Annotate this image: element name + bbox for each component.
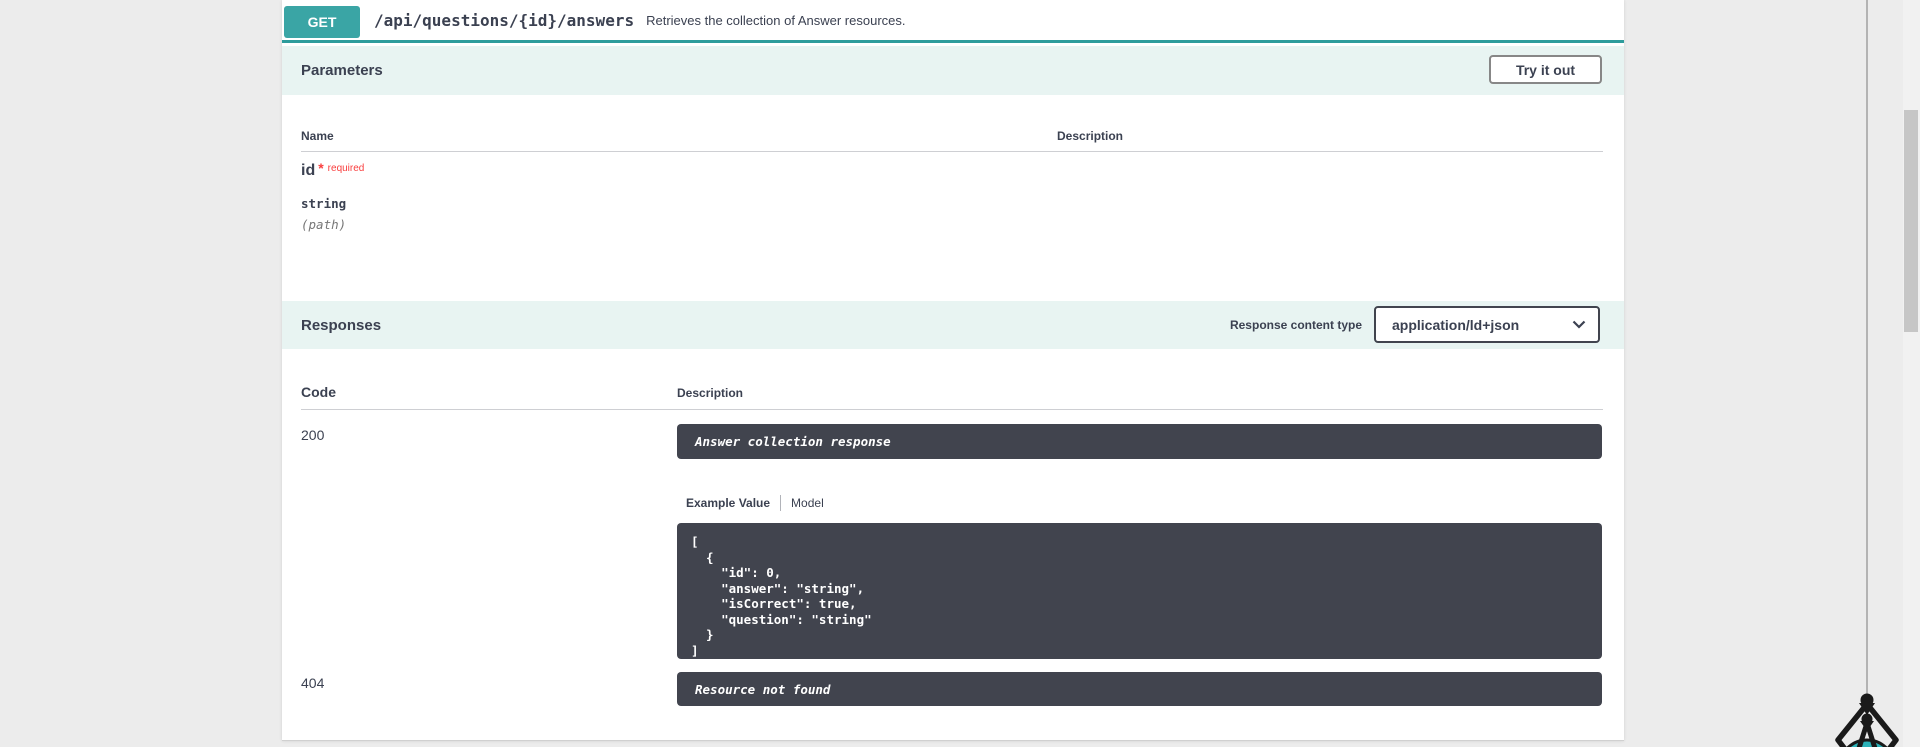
responses-section-header: Responses Response content type applicat…: [282, 301, 1624, 349]
swagger-ui-page: { "endpoint": { "method": "GET", "path":…: [0, 0, 1920, 747]
compass-icon: [1835, 693, 1899, 747]
response-content-type-select[interactable]: application/ld+json: [1374, 306, 1600, 343]
parameter-name: id * required: [301, 160, 364, 180]
example-json-block: [ { "id": 0, "answer": "string", "isCorr…: [677, 523, 1602, 659]
scrollbar[interactable]: [1903, 0, 1920, 747]
responses-title: Responses: [301, 316, 382, 334]
chevron-down-icon: [1572, 320, 1586, 329]
required-label: required: [327, 163, 365, 174]
response-content-type-value: application/ld+json: [1392, 316, 1520, 333]
required-star: *: [318, 160, 324, 176]
responses-col-description: Description: [677, 386, 744, 400]
responses-col-code: Code: [301, 384, 336, 400]
parameters-header-rule: [301, 151, 1603, 152]
response-content-type: Response content type application/ld+jso…: [1230, 306, 1600, 343]
responses-header-rule: [301, 409, 1603, 410]
logo-plumb-line: [1866, 0, 1868, 696]
endpoint-path[interactable]: /api/questions/{id}/answers: [374, 11, 634, 30]
try-it-out-button[interactable]: Try it out: [1489, 55, 1602, 84]
response-404-description: Resource not found: [677, 672, 1602, 706]
response-code-200: 200: [301, 427, 325, 443]
tab-model[interactable]: Model: [791, 496, 824, 510]
tab-divider: [780, 495, 782, 511]
parameters-col-description: Description: [1057, 129, 1124, 143]
endpoint-summary: Retrieves the collection of Answer resou…: [646, 12, 906, 28]
parameter-name-text: id: [301, 162, 316, 179]
parameter-type: string: [301, 196, 347, 211]
example-model-tabs: Example Value Model: [686, 494, 824, 512]
response-200-description: Answer collection response: [677, 424, 1602, 459]
example-json-code: [ { "id": 0, "answer": "string", "isCorr…: [691, 534, 872, 658]
parameters-section-header: Parameters Try it out: [282, 46, 1624, 95]
operation-summary-row[interactable]: GET /api/questions/{id}/answers Retrieve…: [282, 0, 1624, 43]
parameters-col-name: Name: [301, 129, 334, 143]
parameters-title: Parameters: [301, 62, 383, 79]
operation-block: GET /api/questions/{id}/answers Retrieve…: [282, 0, 1624, 741]
api-platform-logo-icon: [1829, 690, 1905, 747]
tab-example-value[interactable]: Example Value: [686, 496, 770, 510]
parameter-location: (path): [301, 217, 347, 232]
response-content-type-label: Response content type: [1229, 317, 1362, 332]
scrollbar-thumb[interactable]: [1904, 110, 1918, 332]
response-code-404: 404: [301, 675, 325, 691]
http-method-badge: GET: [284, 6, 360, 38]
